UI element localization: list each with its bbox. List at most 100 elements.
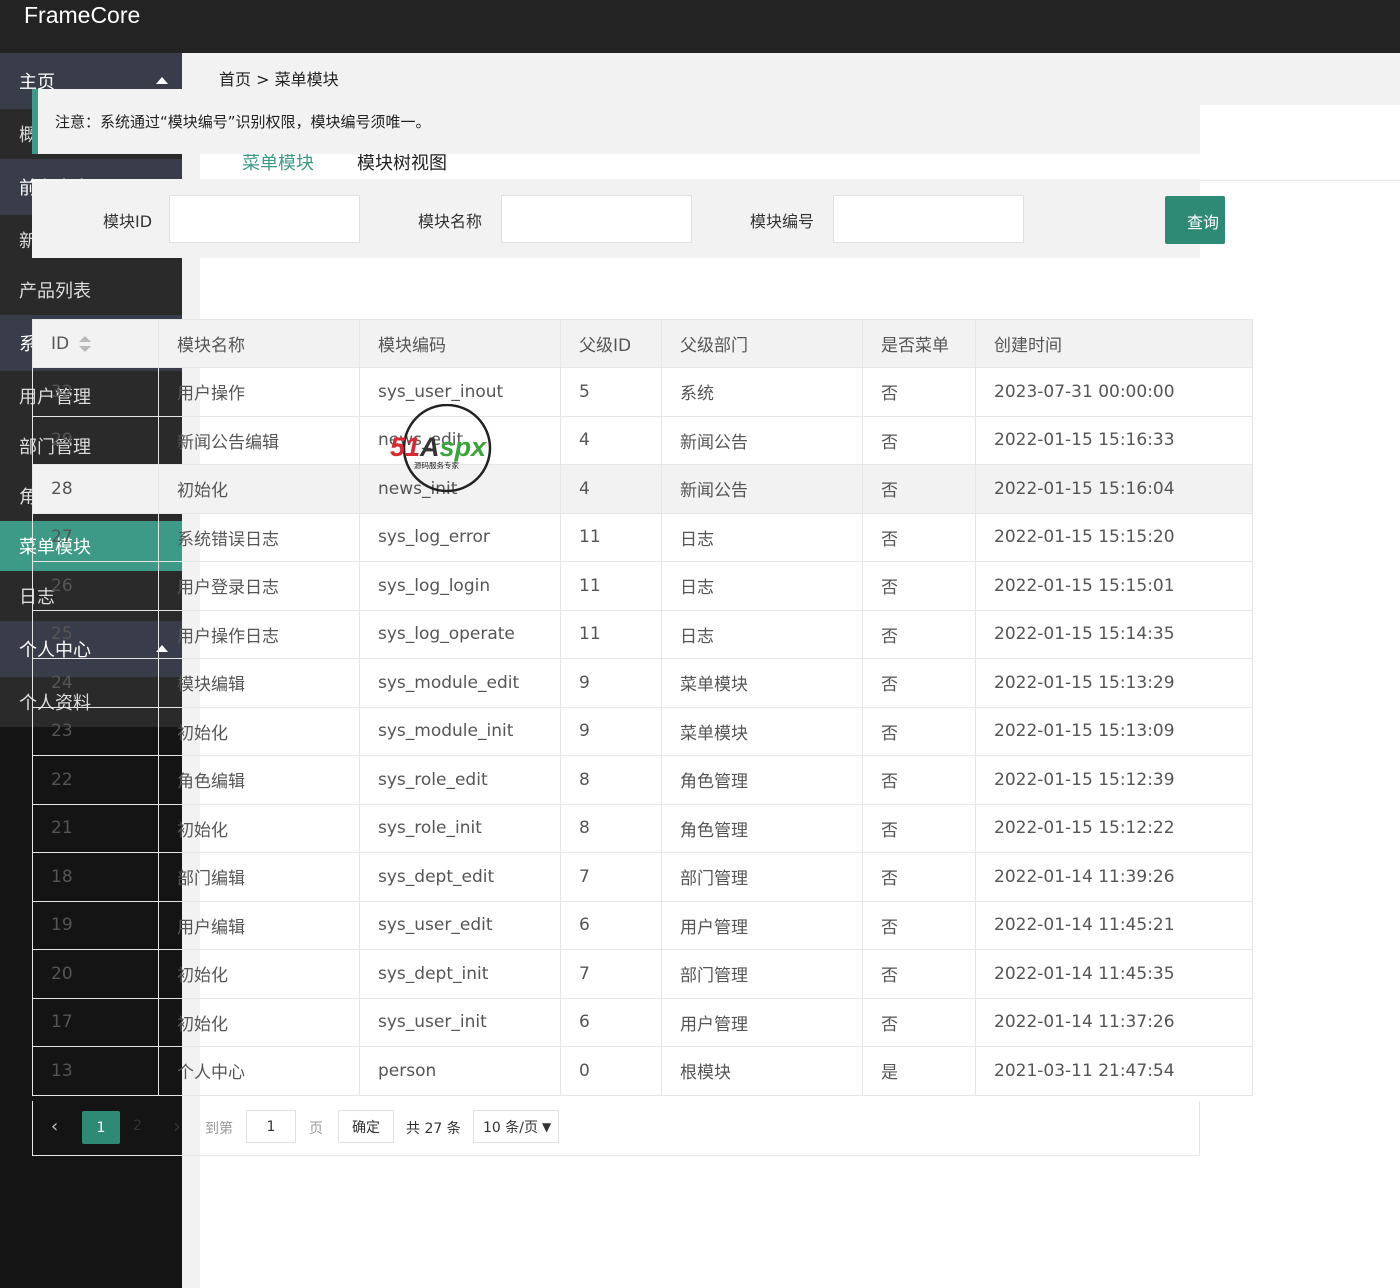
table-row[interactable]: 13 个人中心 person 0 根模块是 2021-03-11 21:47:54 xyxy=(32,1046,1253,1096)
page-unit-label: 页 xyxy=(309,1121,323,1137)
caret-up-icon xyxy=(156,77,168,84)
column-header-name: 模块名称 xyxy=(158,319,360,368)
cell-code: sys_module_edit xyxy=(359,658,561,708)
column-header-id[interactable]: ID xyxy=(32,319,159,368)
cell-created: 2022-01-14 11:39:26 xyxy=(975,852,1253,902)
cell-name: 模块编辑 xyxy=(158,658,360,708)
cell-id: 17 xyxy=(32,997,159,1047)
cell-is-menu: 否 xyxy=(862,658,976,708)
cell-parent-dept: 角色管理 xyxy=(661,803,863,853)
cell-name: 初始化 xyxy=(158,706,360,756)
table-row[interactable]: 28 初始化 news_init 4 新闻公告否 2022-01-15 15:16:04 xyxy=(32,464,1253,514)
cell-parent-dept: 用户管理 xyxy=(661,900,863,950)
table-row[interactable]: 26 用户登录日志 sys_log_login 11 日志否 2022-01-15 15:… xyxy=(32,561,1253,611)
module-code-input[interactable] xyxy=(833,195,1024,243)
cell-parent-id: 11 xyxy=(560,561,662,611)
cell-is-menu: 否 xyxy=(862,755,976,805)
module-name-label: 模块名称 xyxy=(418,212,483,231)
cell-code: sys_log_error xyxy=(359,512,561,562)
cell-code: sys_log_operate xyxy=(359,609,561,659)
cell-parent-id: 4 xyxy=(560,415,662,465)
cell-created: 2022-01-15 15:13:29 xyxy=(975,658,1253,708)
module-name-input[interactable] xyxy=(501,195,692,243)
page-1-button[interactable]: 1 xyxy=(82,1111,120,1144)
cell-name: 初始化 xyxy=(158,803,360,853)
column-label: ID xyxy=(51,333,70,354)
cell-created: 2022-01-15 15:13:09 xyxy=(975,706,1253,756)
sort-icon[interactable] xyxy=(79,335,92,352)
cell-name: 角色编辑 xyxy=(158,755,360,805)
cell-id: 28 xyxy=(32,464,159,514)
module-id-input[interactable] xyxy=(169,195,360,243)
goto-page-input[interactable]: 1 xyxy=(246,1110,296,1143)
table-row[interactable]: 23 初始化 sys_module_init 9 菜单模块否 2022-01-15 15:… xyxy=(32,706,1253,756)
goto-confirm-button[interactable]: 确定 xyxy=(338,1110,394,1143)
cell-id: 27 xyxy=(32,512,159,562)
search-button[interactable]: 查询 xyxy=(1165,196,1225,244)
cell-name: 新闻公告编辑 xyxy=(158,415,360,465)
cell-id: 32 xyxy=(32,367,159,417)
cell-parent-dept: 根模块 xyxy=(661,1046,863,1096)
total-count: 共 27 条 xyxy=(406,1121,461,1137)
cell-code: sys_role_init xyxy=(359,803,561,853)
table-row[interactable]: 32 用户操作 sys_user_inout 5 系统否 2023-07-31 00:00… xyxy=(32,367,1253,417)
cell-code: sys_user_edit xyxy=(359,900,561,950)
table-row[interactable]: 27 系统错误日志 sys_log_error 11 日志否 2022-01-15 15:… xyxy=(32,512,1253,562)
table-row[interactable]: 20 初始化 sys_dept_init 7 部门管理否 2022-01-14 11:45… xyxy=(32,949,1253,999)
cell-created: 2022-01-15 15:12:22 xyxy=(975,803,1253,853)
table-row[interactable]: 29 新闻公告编辑 news_edit 4 新闻公告否 2022-01-15 15:16:… xyxy=(32,415,1253,465)
cell-parent-id: 8 xyxy=(560,755,662,805)
table-row[interactable]: 18 部门编辑 sys_dept_edit 7 部门管理否 2022-01-14 11:3… xyxy=(32,852,1253,902)
cell-code: sys_module_init xyxy=(359,706,561,756)
cell-parent-id: 11 xyxy=(560,512,662,562)
cell-name: 系统错误日志 xyxy=(158,512,360,562)
cell-is-menu: 否 xyxy=(862,803,976,853)
table-row[interactable]: 25 用户操作日志 sys_log_operate 11 日志否 2022-01-15 1… xyxy=(32,609,1253,659)
cell-is-menu: 是 xyxy=(862,1046,976,1096)
table-row[interactable]: 22 角色编辑 sys_role_edit 8 角色管理否 2022-01-15 15:1… xyxy=(32,755,1253,805)
cell-name: 初始化 xyxy=(158,949,360,999)
prev-page-icon[interactable]: ‹ xyxy=(51,1116,58,1137)
cell-id: 29 xyxy=(32,415,159,465)
table-row[interactable]: 17 初始化 sys_user_init 6 用户管理否 2022-01-14 11:37… xyxy=(32,997,1253,1047)
cell-id: 23 xyxy=(32,706,159,756)
page-size-select[interactable]: 10 条/页 ▼ xyxy=(473,1110,559,1143)
cell-parent-dept: 菜单模块 xyxy=(661,658,863,708)
cell-id: 22 xyxy=(32,755,159,805)
filter-form: 模块ID 模块名称 模块编号 查询 xyxy=(32,179,1225,258)
app-logo[interactable]: FrameCore xyxy=(24,2,140,29)
cell-id: 13 xyxy=(32,1046,159,1096)
cell-code: sys_log_login xyxy=(359,561,561,611)
cell-parent-id: 7 xyxy=(560,949,662,999)
table-row[interactable]: 24 模块编辑 sys_module_edit 9 菜单模块否 2022-01-15 15… xyxy=(32,658,1253,708)
cell-id: 24 xyxy=(32,658,159,708)
notice-banner: 注意：系统通过“模块编号”识别权限，模块编号须唯一。 xyxy=(32,89,1200,154)
cell-is-menu: 否 xyxy=(862,706,976,756)
cell-created: 2022-01-15 15:15:01 xyxy=(975,561,1253,611)
cell-created: 2022-01-14 11:45:35 xyxy=(975,949,1253,999)
cell-parent-dept: 系统 xyxy=(661,367,863,417)
column-header-code: 模块编码 xyxy=(359,319,561,368)
cell-code: person xyxy=(359,1046,561,1096)
cell-code: news_edit xyxy=(359,415,561,465)
column-header-is-menu: 是否菜单 xyxy=(862,319,976,368)
cell-id: 25 xyxy=(32,609,159,659)
cell-parent-id: 9 xyxy=(560,658,662,708)
sidebar-item-products[interactable]: 产品列表 xyxy=(0,265,182,315)
table-body: 32 用户操作 sys_user_inout 5 系统否 2023-07-31 00:00… xyxy=(32,367,1253,1096)
next-page-icon[interactable]: › xyxy=(173,1114,181,1138)
cell-is-menu: 否 xyxy=(862,512,976,562)
cell-parent-id: 6 xyxy=(560,900,662,950)
cell-created: 2022-01-15 15:16:04 xyxy=(975,464,1253,514)
cell-is-menu: 否 xyxy=(862,949,976,999)
cell-is-menu: 否 xyxy=(862,367,976,417)
cell-created: 2022-01-15 15:16:33 xyxy=(975,415,1253,465)
page-2-button[interactable]: 2 xyxy=(133,1118,142,1134)
table-row[interactable]: 19 用户编辑 sys_user_edit 6 用户管理否 2022-01-14 11:4… xyxy=(32,900,1253,950)
cell-created: 2022-01-14 11:45:21 xyxy=(975,900,1253,950)
cell-created: 2021-03-11 21:47:54 xyxy=(975,1046,1253,1096)
table-row[interactable]: 21 初始化 sys_role_init 8 角色管理否 2022-01-15 15:12… xyxy=(32,803,1253,853)
cell-is-menu: 否 xyxy=(862,415,976,465)
column-header-parent-dept: 父级部门 xyxy=(661,319,863,368)
cell-parent-id: 11 xyxy=(560,609,662,659)
